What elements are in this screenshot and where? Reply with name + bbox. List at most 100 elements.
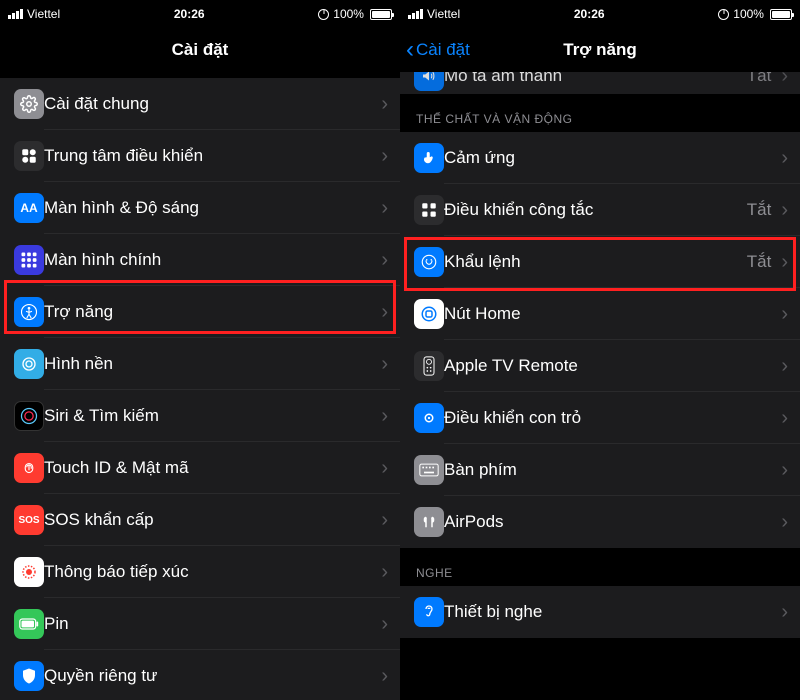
row-exposure[interactable]: Thông báo tiếp xúc ›	[0, 546, 400, 598]
row-value: Tắt	[747, 200, 772, 220]
voice-control-icon	[414, 247, 444, 277]
row-label: Khẩu lệnh	[444, 252, 737, 272]
chevron-right-icon: ›	[381, 614, 388, 634]
row-label: Mô tả âm thanh	[444, 72, 737, 86]
row-touch[interactable]: Cảm ứng ›	[400, 132, 800, 184]
home-screen-icon	[14, 245, 44, 275]
signal-icon	[8, 9, 23, 19]
battery-pct: 100%	[733, 7, 764, 21]
speech-icon	[414, 72, 444, 91]
row-audio-desc[interactable]: Mô tả âm thanh Tắt ›	[400, 72, 800, 94]
phone-right-accessibility: Viettel 20:26 100% ‹ Cài đặt Trợ năng Mô…	[400, 0, 800, 700]
status-bar: Viettel 20:26 100%	[0, 0, 400, 28]
row-label: Touch ID & Mật mã	[44, 458, 371, 478]
section-physical: THỂ CHẤT VÀ VẬN ĐỘNG	[400, 94, 800, 132]
row-airpods[interactable]: AirPods ›	[400, 496, 800, 548]
row-pointer-control[interactable]: Điều khiển con trỏ ›	[400, 392, 800, 444]
nav-bar: Cài đặt	[0, 28, 400, 72]
chevron-right-icon: ›	[381, 666, 388, 686]
row-label: Quyền riêng tư	[44, 666, 371, 686]
alarm-icon	[718, 9, 729, 20]
section-hearing: NGHE	[400, 548, 800, 586]
battery-icon	[370, 9, 392, 20]
exposure-icon	[14, 557, 44, 587]
clock-label: 20:26	[574, 7, 605, 21]
row-touch-id[interactable]: Touch ID & Mật mã ›	[0, 442, 400, 494]
row-label: Thông báo tiếp xúc	[44, 562, 371, 582]
row-home-screen[interactable]: Màn hình chính›	[0, 234, 400, 286]
row-keyboard[interactable]: Bàn phím ›	[400, 444, 800, 496]
gear-icon	[14, 89, 44, 119]
chevron-right-icon: ›	[781, 408, 788, 428]
battery-icon	[770, 9, 792, 20]
carrier-label: Viettel	[427, 7, 460, 21]
chevron-right-icon: ›	[781, 460, 788, 480]
nav-title: Cài đặt	[172, 40, 229, 60]
home-button-icon	[414, 299, 444, 329]
ear-icon	[414, 597, 444, 627]
row-value: Tắt	[747, 252, 772, 272]
display-icon: AA	[14, 193, 44, 223]
battery-icon	[14, 609, 44, 639]
accessibility-list[interactable]: Mô tả âm thanhTắt› THỂ CHẤT VÀ VẬN ĐỘNG …	[400, 72, 800, 700]
chevron-right-icon: ›	[381, 562, 388, 582]
row-wallpaper[interactable]: Hình nền›	[0, 338, 400, 390]
row-hearing-devices[interactable]: Thiết bị nghe›	[400, 586, 800, 638]
chevron-right-icon: ›	[781, 356, 788, 376]
carrier-label: Viettel	[27, 7, 60, 21]
chevron-right-icon: ›	[781, 512, 788, 532]
phone-left-settings: Viettel 20:26 100% Cài đặt Cài đặt chung…	[0, 0, 400, 700]
fingerprint-icon	[14, 453, 44, 483]
chevron-right-icon: ›	[381, 302, 388, 322]
back-button[interactable]: ‹ Cài đặt	[406, 38, 470, 62]
chevron-right-icon: ›	[381, 94, 388, 114]
chevron-right-icon: ›	[781, 252, 788, 272]
row-label: Cài đặt chung	[44, 94, 371, 114]
nav-title: Trợ năng	[563, 40, 636, 60]
row-siri[interactable]: Siri & Tìm kiếm ›	[0, 390, 400, 442]
row-control-center[interactable]: Trung tâm điều khiển›	[0, 130, 400, 182]
chevron-right-icon: ›	[381, 510, 388, 530]
row-general[interactable]: Cài đặt chung ›	[0, 78, 400, 130]
chevron-left-icon: ‹	[406, 38, 414, 62]
nav-bar: ‹ Cài đặt Trợ năng	[400, 28, 800, 72]
remote-icon	[414, 351, 444, 381]
battery-pct: 100%	[333, 7, 364, 21]
row-accessibility[interactable]: Trợ năng ›	[0, 286, 400, 338]
row-home-button[interactable]: Nút Home ›	[400, 288, 800, 340]
back-label: Cài đặt	[416, 40, 470, 60]
keyboard-icon	[414, 455, 444, 485]
row-switch-control[interactable]: Điều khiển công tắcTắt›	[400, 184, 800, 236]
chevron-right-icon: ›	[381, 198, 388, 218]
row-label: AirPods	[444, 512, 771, 532]
row-sos[interactable]: SOS SOS khẩn cấp›	[0, 494, 400, 546]
chevron-right-icon: ›	[381, 458, 388, 478]
chevron-right-icon: ›	[781, 200, 788, 220]
row-value: Tắt	[747, 72, 772, 86]
chevron-right-icon: ›	[381, 146, 388, 166]
chevron-right-icon: ›	[781, 72, 788, 86]
row-label: Trợ năng	[44, 302, 371, 322]
wallpaper-icon	[14, 349, 44, 379]
row-label: Apple TV Remote	[444, 356, 771, 376]
row-battery[interactable]: Pin›	[0, 598, 400, 650]
row-label: Cảm ứng	[444, 148, 771, 168]
row-display[interactable]: AA Màn hình & Độ sáng›	[0, 182, 400, 234]
chevron-right-icon: ›	[381, 406, 388, 426]
row-label: Siri & Tìm kiếm	[44, 406, 371, 426]
settings-list[interactable]: Cài đặt chung › Trung tâm điều khiển› AA …	[0, 72, 400, 700]
chevron-right-icon: ›	[781, 148, 788, 168]
row-apple-tv-remote[interactable]: Apple TV Remote ›	[400, 340, 800, 392]
airpods-icon	[414, 507, 444, 537]
chevron-right-icon: ›	[381, 250, 388, 270]
alarm-icon	[318, 9, 329, 20]
row-label: Nút Home	[444, 304, 771, 324]
row-label: Thiết bị nghe	[444, 602, 771, 622]
accessibility-icon	[14, 297, 44, 327]
signal-icon	[408, 9, 423, 19]
row-voice-control[interactable]: Khẩu lệnh Tắt ›	[400, 236, 800, 288]
row-label: Bàn phím	[444, 460, 771, 480]
row-label: Điều khiển con trỏ	[444, 408, 771, 428]
row-privacy[interactable]: Quyền riêng tư ›	[0, 650, 400, 700]
chevron-right-icon: ›	[781, 304, 788, 324]
